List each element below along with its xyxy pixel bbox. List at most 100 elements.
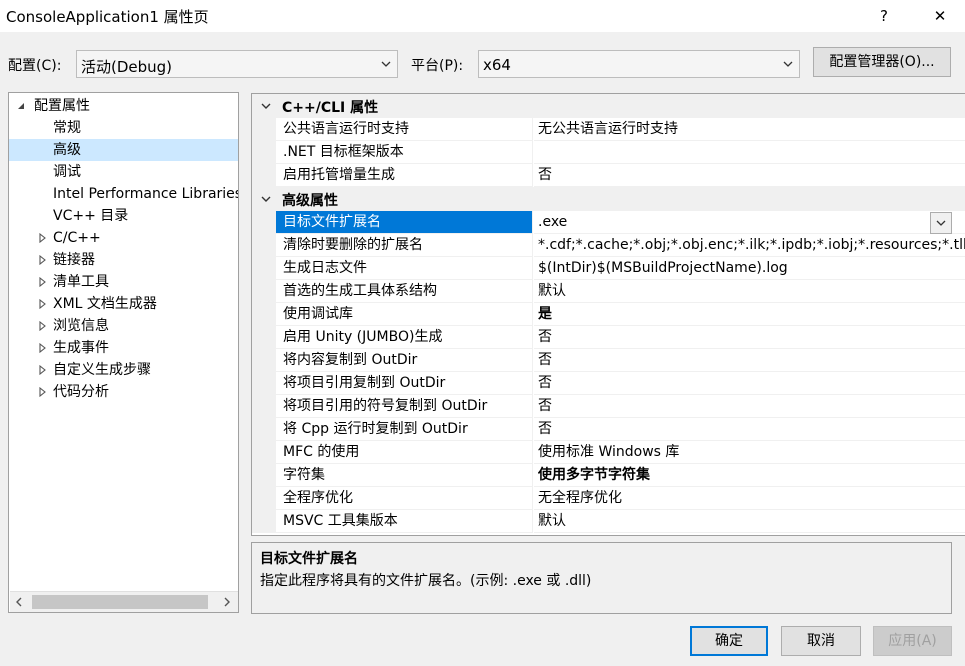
chevron-down-icon (381, 61, 391, 67)
property-name[interactable]: 将内容复制到 OutDir (276, 349, 533, 372)
property-name[interactable]: 启用托管增量生成 (276, 164, 533, 187)
property-value[interactable]: 否 (534, 418, 965, 441)
cancel-button[interactable]: 取消 (781, 626, 861, 656)
tree-item[interactable]: 高级 (9, 139, 238, 161)
property-name[interactable]: 使用调试库 (276, 303, 533, 326)
platform-dropdown[interactable]: x64 (478, 50, 800, 78)
row-gutter (252, 164, 276, 187)
tree-root-item[interactable]: 配置属性 (9, 95, 238, 117)
close-button[interactable]: ✕ (926, 4, 954, 28)
help-button[interactable]: ? (870, 4, 898, 28)
horizontal-scrollbar[interactable] (10, 591, 238, 612)
property-value[interactable]: 使用多字节字符集 (534, 464, 965, 487)
property-name[interactable]: 公共语言运行时支持 (276, 118, 533, 141)
property-name[interactable]: 将项目引用复制到 OutDir (276, 372, 533, 395)
property-value[interactable]: $(IntDir)$(MSBuildProjectName).log (534, 257, 965, 280)
property-row[interactable]: 将项目引用复制到 OutDir 否 (252, 372, 965, 395)
property-name[interactable]: 全程序优化 (276, 487, 533, 510)
property-row[interactable]: 公共语言运行时支持 无公共语言运行时支持 (252, 118, 965, 141)
config-label: 配置(C): (8, 58, 62, 74)
property-row[interactable]: 全程序优化 无全程序优化 (252, 487, 965, 510)
property-value[interactable]: 否 (534, 372, 965, 395)
config-dropdown[interactable]: 活动(Debug) (76, 50, 398, 78)
tree-root-label: 配置属性 (34, 98, 90, 114)
property-name[interactable]: 目标文件扩展名 (276, 211, 533, 234)
property-row[interactable]: 将 Cpp 运行时复制到 OutDir 否 (252, 418, 965, 441)
property-row[interactable]: 首选的生成工具体系结构 默认 (252, 280, 965, 303)
apply-button[interactable]: 应用(A) (873, 626, 952, 656)
property-value[interactable]: 默认 (534, 510, 965, 533)
property-row[interactable]: 清除时要删除的扩展名 *.cdf;*.cache;*.obj;*.obj.enc;… (252, 234, 965, 257)
property-value[interactable]: *.cdf;*.cache;*.obj;*.obj.enc;*.ilk;*.ip… (534, 234, 965, 257)
chevron-down-icon[interactable] (260, 193, 272, 205)
tree-item[interactable]: 自定义生成步骤 (9, 359, 238, 381)
tree-item[interactable]: 常规 (9, 117, 238, 139)
property-value[interactable]: 否 (534, 395, 965, 418)
tree-item[interactable]: 链接器 (9, 249, 238, 271)
property-name[interactable]: 首选的生成工具体系结构 (276, 280, 533, 303)
tree-item[interactable]: 代码分析 (9, 381, 238, 403)
property-name[interactable]: 将项目引用的符号复制到 OutDir (276, 395, 533, 418)
tree-item[interactable]: 浏览信息 (9, 315, 238, 337)
value-dropdown-button[interactable] (930, 212, 952, 234)
property-name[interactable]: 将 Cpp 运行时复制到 OutDir (276, 418, 533, 441)
property-name[interactable]: 清除时要删除的扩展名 (276, 234, 533, 257)
ok-button[interactable]: 确定 (690, 626, 768, 656)
property-value[interactable]: 否 (534, 326, 965, 349)
collapsed-triangle-icon[interactable] (37, 233, 47, 243)
tree-item[interactable]: VC++ 目录 (9, 205, 238, 227)
property-row[interactable]: 生成日志文件 $(IntDir)$(MSBuildProjectName).log (252, 257, 965, 280)
property-value[interactable]: 使用标准 Windows 库 (534, 441, 965, 464)
property-row[interactable]: 将项目引用的符号复制到 OutDir 否 (252, 395, 965, 418)
tree-item[interactable]: 生成事件 (9, 337, 238, 359)
scroll-left-icon[interactable] (14, 597, 24, 607)
tree-item[interactable]: Intel Performance Libraries (9, 183, 238, 205)
description-title: 目标文件扩展名 (260, 551, 358, 567)
collapsed-triangle-icon[interactable] (37, 343, 47, 353)
row-gutter (252, 487, 276, 510)
row-gutter (252, 280, 276, 303)
property-name[interactable]: 启用 Unity (JUMBO)生成 (276, 326, 533, 349)
collapsed-triangle-icon[interactable] (37, 255, 47, 265)
tree-item[interactable]: XML 文档生成器 (9, 293, 238, 315)
property-name[interactable]: 生成日志文件 (276, 257, 533, 280)
property-value[interactable]: 无公共语言运行时支持 (534, 118, 965, 141)
property-value[interactable]: .exe (534, 211, 965, 234)
scroll-right-icon[interactable] (222, 597, 232, 607)
property-category[interactable]: C++/CLI 属性 (252, 94, 965, 118)
property-row[interactable]: 使用调试库是 (252, 303, 965, 326)
property-name[interactable]: MFC 的使用 (276, 441, 533, 464)
property-row[interactable]: .NET 目标框架版本 (252, 141, 965, 164)
property-row[interactable]: MSVC 工具集版本 默认 (252, 510, 965, 533)
collapsed-triangle-icon[interactable] (37, 387, 47, 397)
property-name[interactable]: .NET 目标框架版本 (276, 141, 533, 164)
property-row[interactable]: 启用 Unity (JUMBO)生成否 (252, 326, 965, 349)
collapsed-triangle-icon[interactable] (37, 277, 47, 287)
property-value[interactable]: 默认 (534, 280, 965, 303)
property-value[interactable]: 无全程序优化 (534, 487, 965, 510)
expanded-triangle-icon[interactable] (16, 101, 26, 111)
category-tree: 配置属性 常规 高级 调试 Intel Performance Libraries VC… (8, 92, 239, 613)
property-name[interactable]: 字符集 (276, 464, 533, 487)
property-row[interactable]: 启用托管增量生成否 (252, 164, 965, 187)
property-name[interactable]: MSVC 工具集版本 (276, 510, 533, 533)
tree-item[interactable]: 调试 (9, 161, 238, 183)
property-row[interactable]: MFC 的使用 使用标准 Windows 库 (252, 441, 965, 464)
collapsed-triangle-icon[interactable] (37, 321, 47, 331)
collapsed-triangle-icon[interactable] (37, 299, 47, 309)
property-row[interactable]: 目标文件扩展名 .exe (252, 211, 965, 234)
tree-item[interactable]: C/C++ (9, 227, 238, 249)
chevron-down-icon[interactable] (260, 100, 272, 112)
scrollbar-thumb[interactable] (32, 595, 208, 609)
property-value[interactable]: 是 (534, 303, 965, 326)
configuration-manager-button[interactable]: 配置管理器(O)... (813, 47, 951, 77)
property-value[interactable]: 否 (534, 164, 965, 187)
property-value[interactable]: 否 (534, 349, 965, 372)
tree-item[interactable]: 清单工具 (9, 271, 238, 293)
property-category[interactable]: 高级属性 (252, 187, 965, 211)
category-name: C++/CLI 属性 (282, 100, 379, 116)
collapsed-triangle-icon[interactable] (37, 365, 47, 375)
property-row[interactable]: 字符集 使用多字节字符集 (252, 464, 965, 487)
property-value[interactable] (534, 141, 965, 164)
property-row[interactable]: 将内容复制到 OutDir 否 (252, 349, 965, 372)
